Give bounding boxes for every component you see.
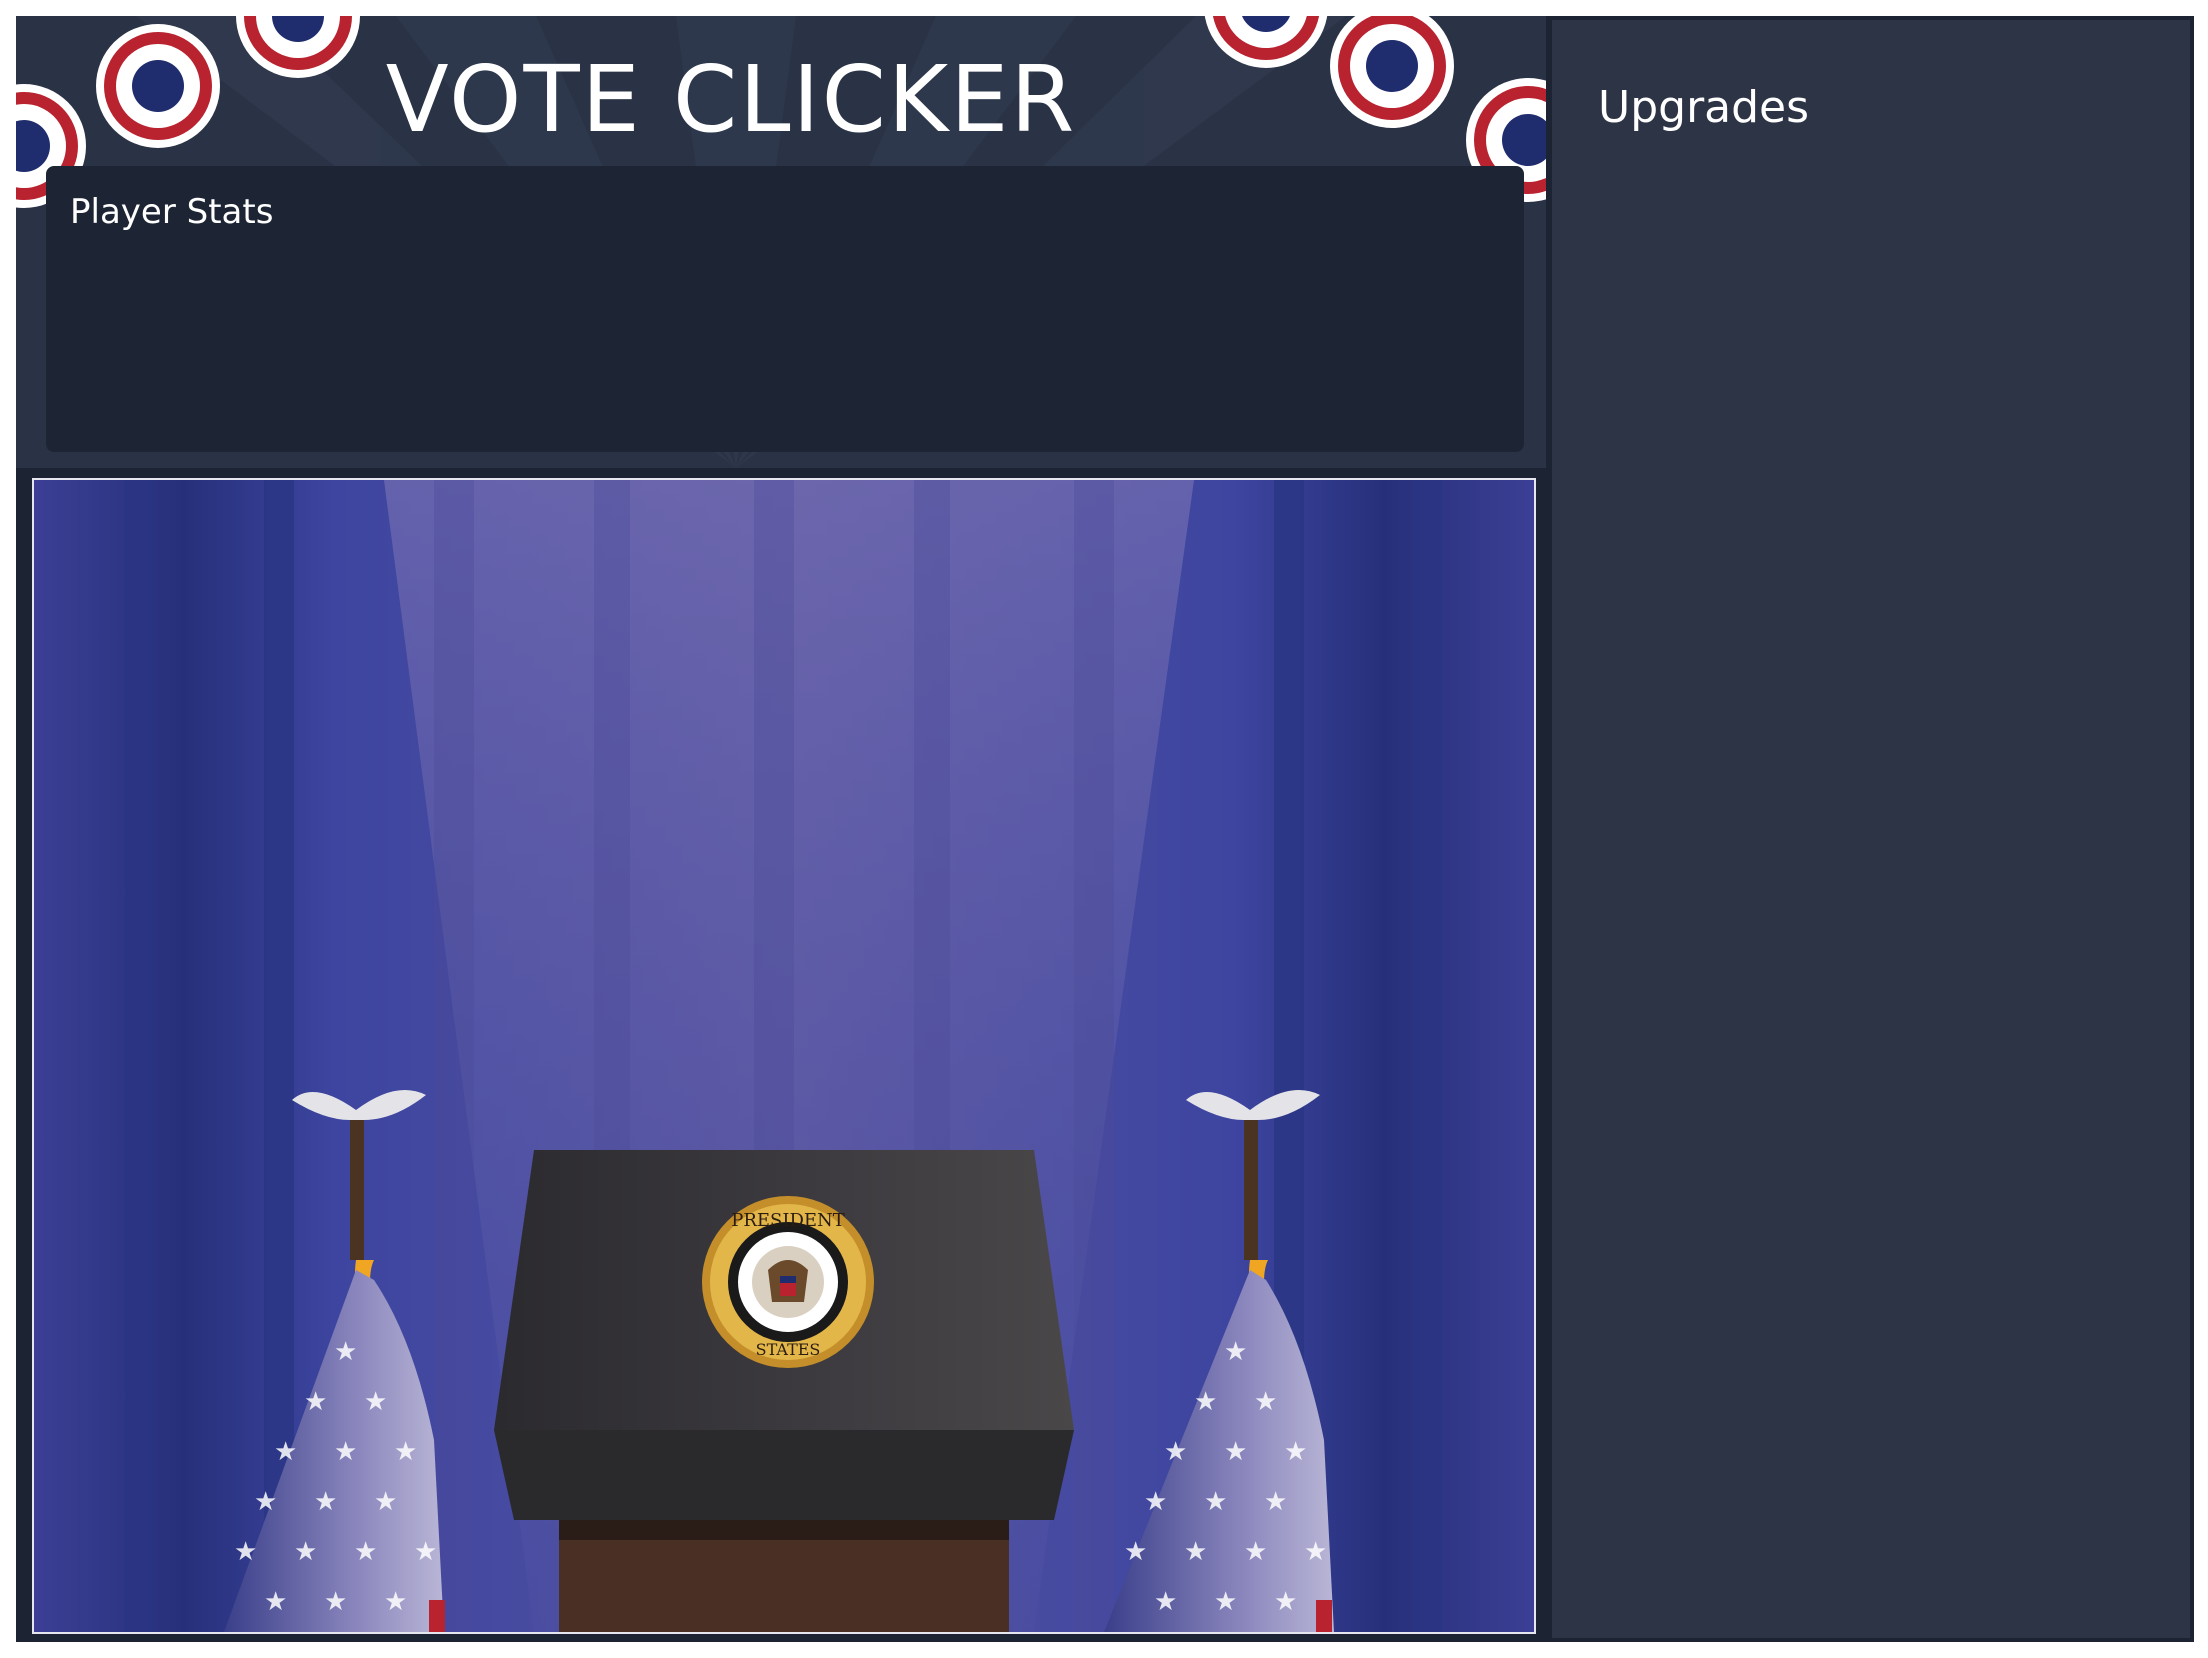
- svg-text:★: ★: [1154, 1587, 1177, 1617]
- header-panel: VOTE CLICKER Player Stats: [16, 16, 1546, 472]
- svg-text:★: ★: [1184, 1537, 1207, 1567]
- svg-text:★: ★: [1284, 1437, 1307, 1467]
- svg-text:★: ★: [1214, 1587, 1237, 1617]
- svg-text:★: ★: [374, 1487, 397, 1517]
- svg-text:★: ★: [264, 1587, 287, 1617]
- svg-text:★: ★: [1224, 1337, 1247, 1367]
- svg-text:★: ★: [304, 1387, 327, 1417]
- player-stats-heading: Player Stats: [70, 192, 274, 232]
- svg-text:★: ★: [1244, 1537, 1267, 1567]
- svg-text:★: ★: [1194, 1387, 1217, 1417]
- svg-text:★: ★: [1274, 1587, 1297, 1617]
- svg-text:★: ★: [394, 1437, 417, 1467]
- seal-top-text: PRESIDENT: [731, 1210, 845, 1231]
- game-title: VOTE CLICKER: [385, 46, 1077, 153]
- podium: PRESIDENT STATES: [494, 1150, 1074, 1632]
- svg-text:★: ★: [1164, 1437, 1187, 1467]
- main-column: VOTE CLICKER Player Stats ★ ★ ★ ★ ★ ★ ★ …: [16, 16, 1546, 1642]
- svg-text:★: ★: [314, 1487, 337, 1517]
- svg-text:★: ★: [1204, 1487, 1227, 1517]
- podium-scene: ★ ★ ★ ★ ★ ★ ★ ★ ★ ★ ★ ★ ★ ★ ★ ★ ★ ★ ★ ★ …: [34, 480, 1534, 1632]
- upgrades-heading: Upgrades: [1598, 82, 1810, 133]
- player-stats-panel: Player Stats: [46, 166, 1524, 452]
- svg-text:★: ★: [1304, 1537, 1327, 1567]
- svg-text:★: ★: [254, 1487, 277, 1517]
- svg-text:★: ★: [1144, 1487, 1167, 1517]
- svg-text:★: ★: [1124, 1537, 1147, 1567]
- svg-text:★: ★: [334, 1337, 357, 1367]
- svg-text:★: ★: [294, 1537, 317, 1567]
- upgrades-panel: Upgrades: [1548, 16, 2194, 1642]
- presidential-seal: PRESIDENT STATES: [702, 1196, 874, 1368]
- svg-text:★: ★: [274, 1437, 297, 1467]
- svg-text:★: ★: [384, 1587, 407, 1617]
- svg-text:★: ★: [354, 1537, 377, 1567]
- svg-text:★: ★: [334, 1437, 357, 1467]
- svg-text:★: ★: [324, 1587, 347, 1617]
- svg-text:★: ★: [364, 1387, 387, 1417]
- svg-text:★: ★: [1254, 1387, 1277, 1417]
- svg-text:★: ★: [234, 1537, 257, 1567]
- seal-bottom-text: STATES: [756, 1340, 821, 1359]
- svg-text:★: ★: [414, 1537, 437, 1567]
- vote-click-target[interactable]: ★ ★ ★ ★ ★ ★ ★ ★ ★ ★ ★ ★ ★ ★ ★ ★ ★ ★ ★ ★ …: [32, 478, 1536, 1634]
- svg-text:★: ★: [1264, 1487, 1287, 1517]
- svg-text:★: ★: [1224, 1437, 1247, 1467]
